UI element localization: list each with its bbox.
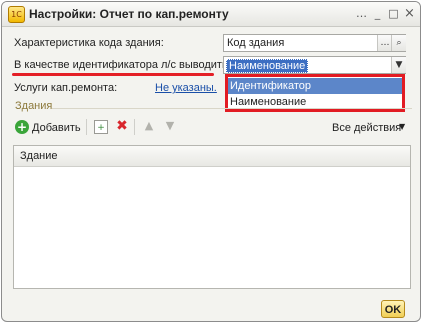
window-title: Настройки: Отчет по кап.ремонту — [29, 7, 229, 21]
dropdown-option-identifier[interactable]: Идентификатор — [228, 78, 402, 94]
minimize-icon[interactable]: _ — [370, 6, 385, 21]
maximize-icon[interactable]: □ — [386, 6, 401, 21]
column-header-building[interactable]: Здание — [20, 150, 58, 162]
annotation-underline — [12, 73, 214, 76]
arrow-up-icon[interactable]: ▲ — [142, 119, 156, 135]
chevron-down-icon[interactable]: ▼ — [391, 57, 406, 73]
delete-icon[interactable]: ✖ — [115, 119, 129, 135]
table-header: Здание — [14, 146, 410, 167]
copy-icon[interactable]: + — [94, 120, 108, 134]
toolbar-separator — [86, 119, 87, 135]
building-code-field[interactable]: Код здания … ⌕ — [223, 34, 406, 52]
chevron-down-icon[interactable]: ▼ — [399, 122, 405, 131]
arrow-down-icon[interactable]: ▼ — [163, 119, 177, 135]
search-icon[interactable]: ⌕ — [391, 35, 406, 51]
identifier-label: В качестве идентификатора л/с выводить: — [14, 59, 231, 71]
identifier-dropdown: Идентификатор Наименование — [225, 74, 405, 112]
close-icon[interactable]: × — [402, 6, 417, 21]
title-bar: 1C Настройки: Отчет по кап.ремонту … _ □… — [2, 2, 420, 27]
identifier-selected-value: Наименование — [226, 59, 309, 73]
toolbar-separator — [134, 119, 135, 135]
building-code-label: Характеристика кода здания: — [14, 37, 164, 49]
ellipsis-button[interactable]: … — [377, 35, 392, 51]
app-icon: 1C — [8, 6, 25, 23]
ok-button[interactable]: OK — [381, 300, 405, 318]
buildings-section-title: Здания — [15, 100, 53, 112]
all-actions-button[interactable]: Все действия — [332, 122, 401, 134]
settings-window: 1C Настройки: Отчет по кап.ремонту … _ □… — [1, 1, 421, 322]
buildings-table[interactable]: Здание — [13, 145, 411, 289]
building-code-value: Код здания — [227, 37, 285, 49]
identifier-select[interactable]: Наименование ▼ — [223, 56, 406, 74]
more-icon[interactable]: … — [354, 6, 369, 21]
add-icon[interactable]: + — [15, 120, 29, 134]
services-link[interactable]: Не указаны. — [155, 82, 217, 94]
section-divider — [52, 108, 412, 109]
services-label: Услуги кап.ремонта: — [14, 82, 118, 94]
add-button-label[interactable]: Добавить — [32, 122, 81, 134]
